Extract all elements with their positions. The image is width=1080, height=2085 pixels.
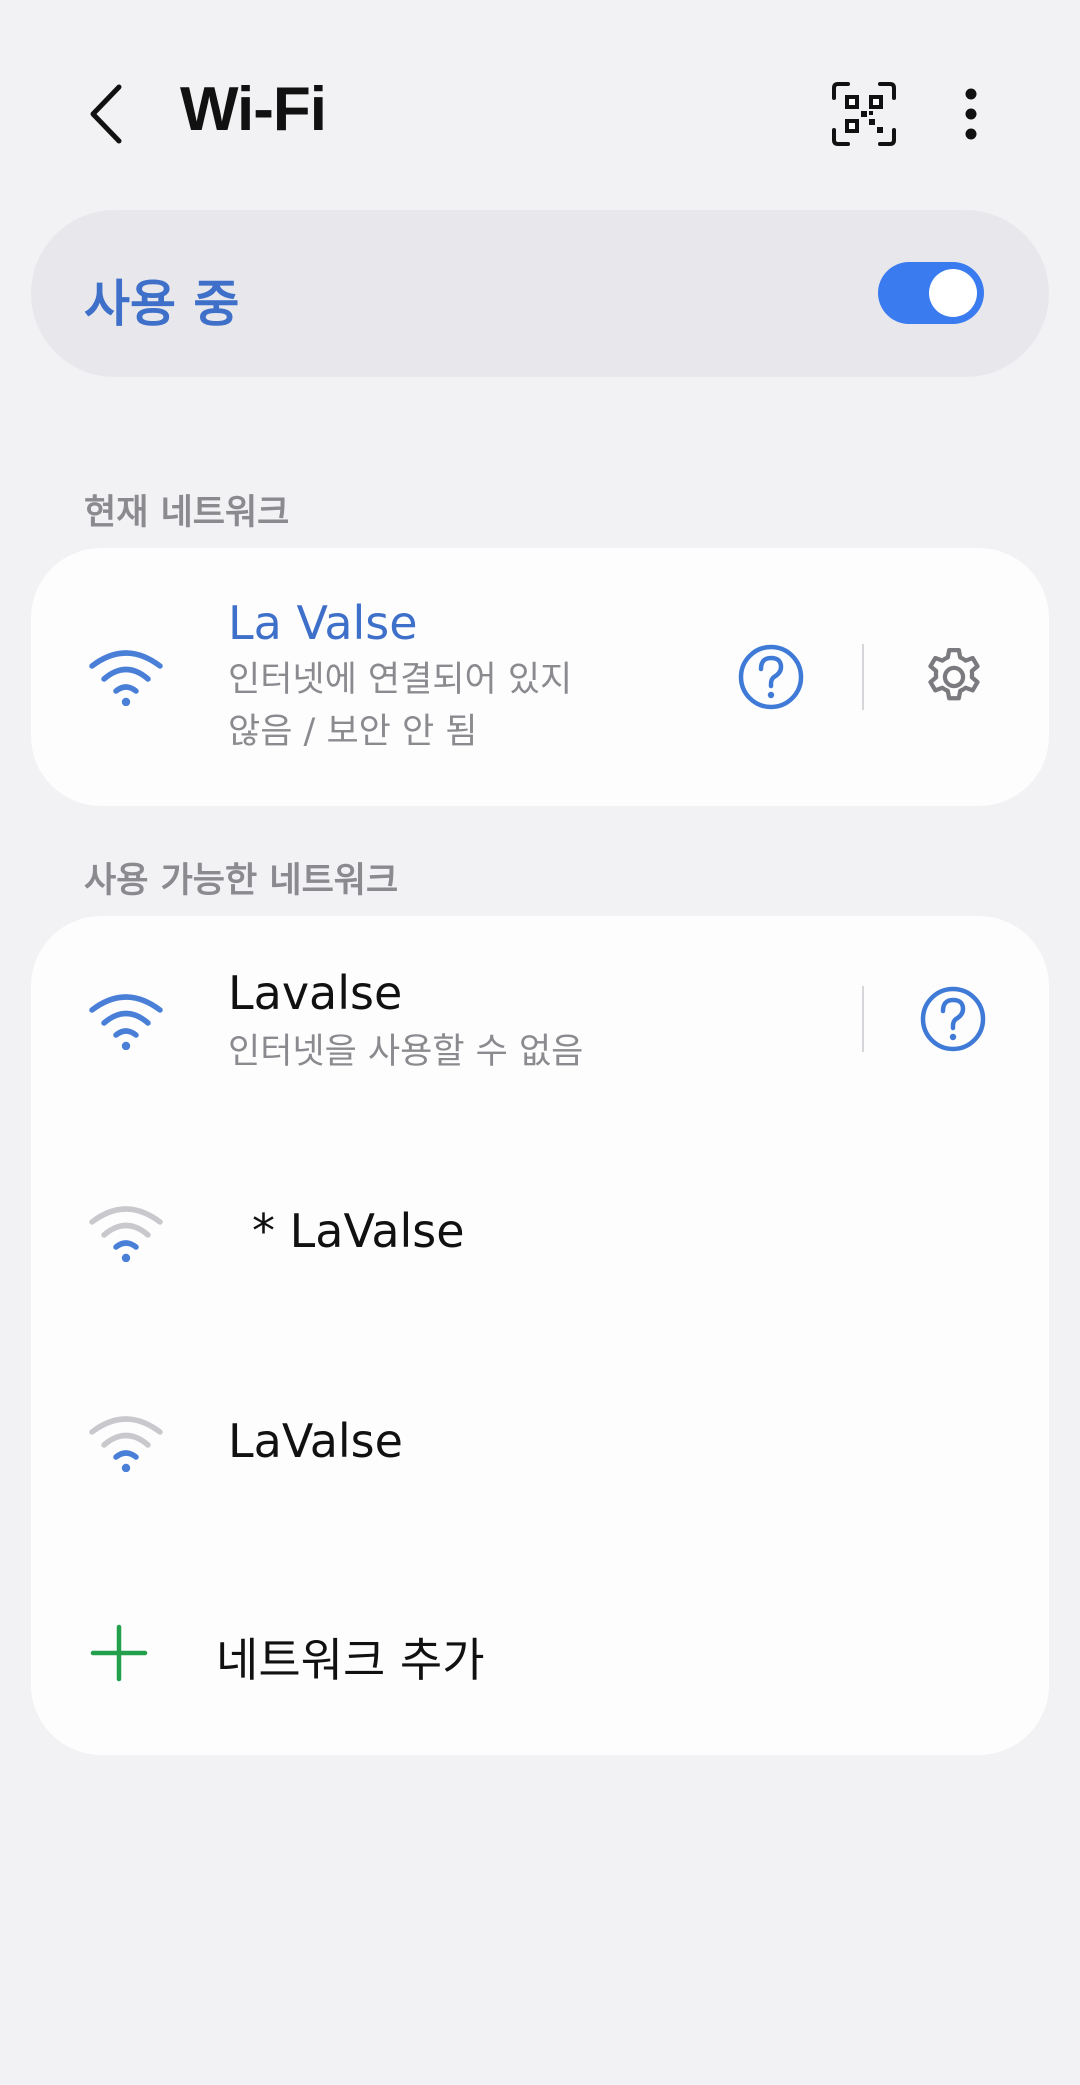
add-network-button[interactable] — [31, 1560, 1049, 1740]
more-options-button[interactable] — [946, 80, 996, 148]
plus-icon — [90, 1624, 148, 1686]
current-network-status-line1: 인터넷에 연결되어 있지 — [228, 660, 573, 700]
current-network-help-button[interactable] — [738, 644, 804, 710]
gear-icon — [928, 647, 980, 701]
available-networks-section-label: 사용 가능한 네트워크 — [84, 861, 399, 901]
network-status: 인터넷을 사용할 수 없음 — [228, 1032, 584, 1072]
wifi-weak-icon — [88, 1202, 164, 1266]
vertical-divider — [862, 644, 864, 710]
page-title: Wi-Fi — [180, 75, 327, 144]
current-network-name: La Valse — [228, 596, 418, 650]
current-network-status-line2: 않음 / 보안 안 됨 — [228, 712, 478, 752]
network-name: Lavalse — [228, 966, 403, 1020]
wifi-master-label: 사용 중 — [84, 275, 240, 333]
qr-code-scan-icon — [832, 82, 896, 146]
chevron-left-icon — [90, 84, 122, 144]
help-icon — [738, 644, 804, 710]
wifi-icon — [88, 990, 164, 1054]
network-item-info: Lavalse 인터넷을 사용할 수 없음 — [228, 966, 583, 1078]
vertical-divider — [862, 986, 864, 1052]
current-network-settings-button[interactable] — [920, 643, 988, 711]
network-name: * LaValse — [252, 1204, 465, 1258]
network-name: LaValse — [228, 1414, 403, 1468]
wifi-toggle[interactable] — [878, 262, 984, 324]
current-network-info[interactable]: La Valse 인터넷에 연결되어 있지 않음 / 보안 안 됨 — [228, 596, 728, 776]
toggle-knob — [929, 269, 977, 317]
qr-scan-button[interactable] — [830, 80, 898, 148]
help-icon — [920, 986, 986, 1052]
network-item[interactable] — [31, 1340, 1049, 1540]
add-network-label: 네트워크 추가 — [216, 1633, 485, 1687]
back-button[interactable] — [70, 76, 140, 152]
network-help-button[interactable] — [920, 986, 986, 1052]
wifi-weak-icon — [88, 1412, 164, 1476]
more-vertical-icon — [965, 88, 977, 140]
network-item[interactable] — [31, 1130, 1049, 1330]
wifi-icon — [88, 646, 164, 710]
current-network-section-label: 현재 네트워크 — [84, 493, 290, 533]
